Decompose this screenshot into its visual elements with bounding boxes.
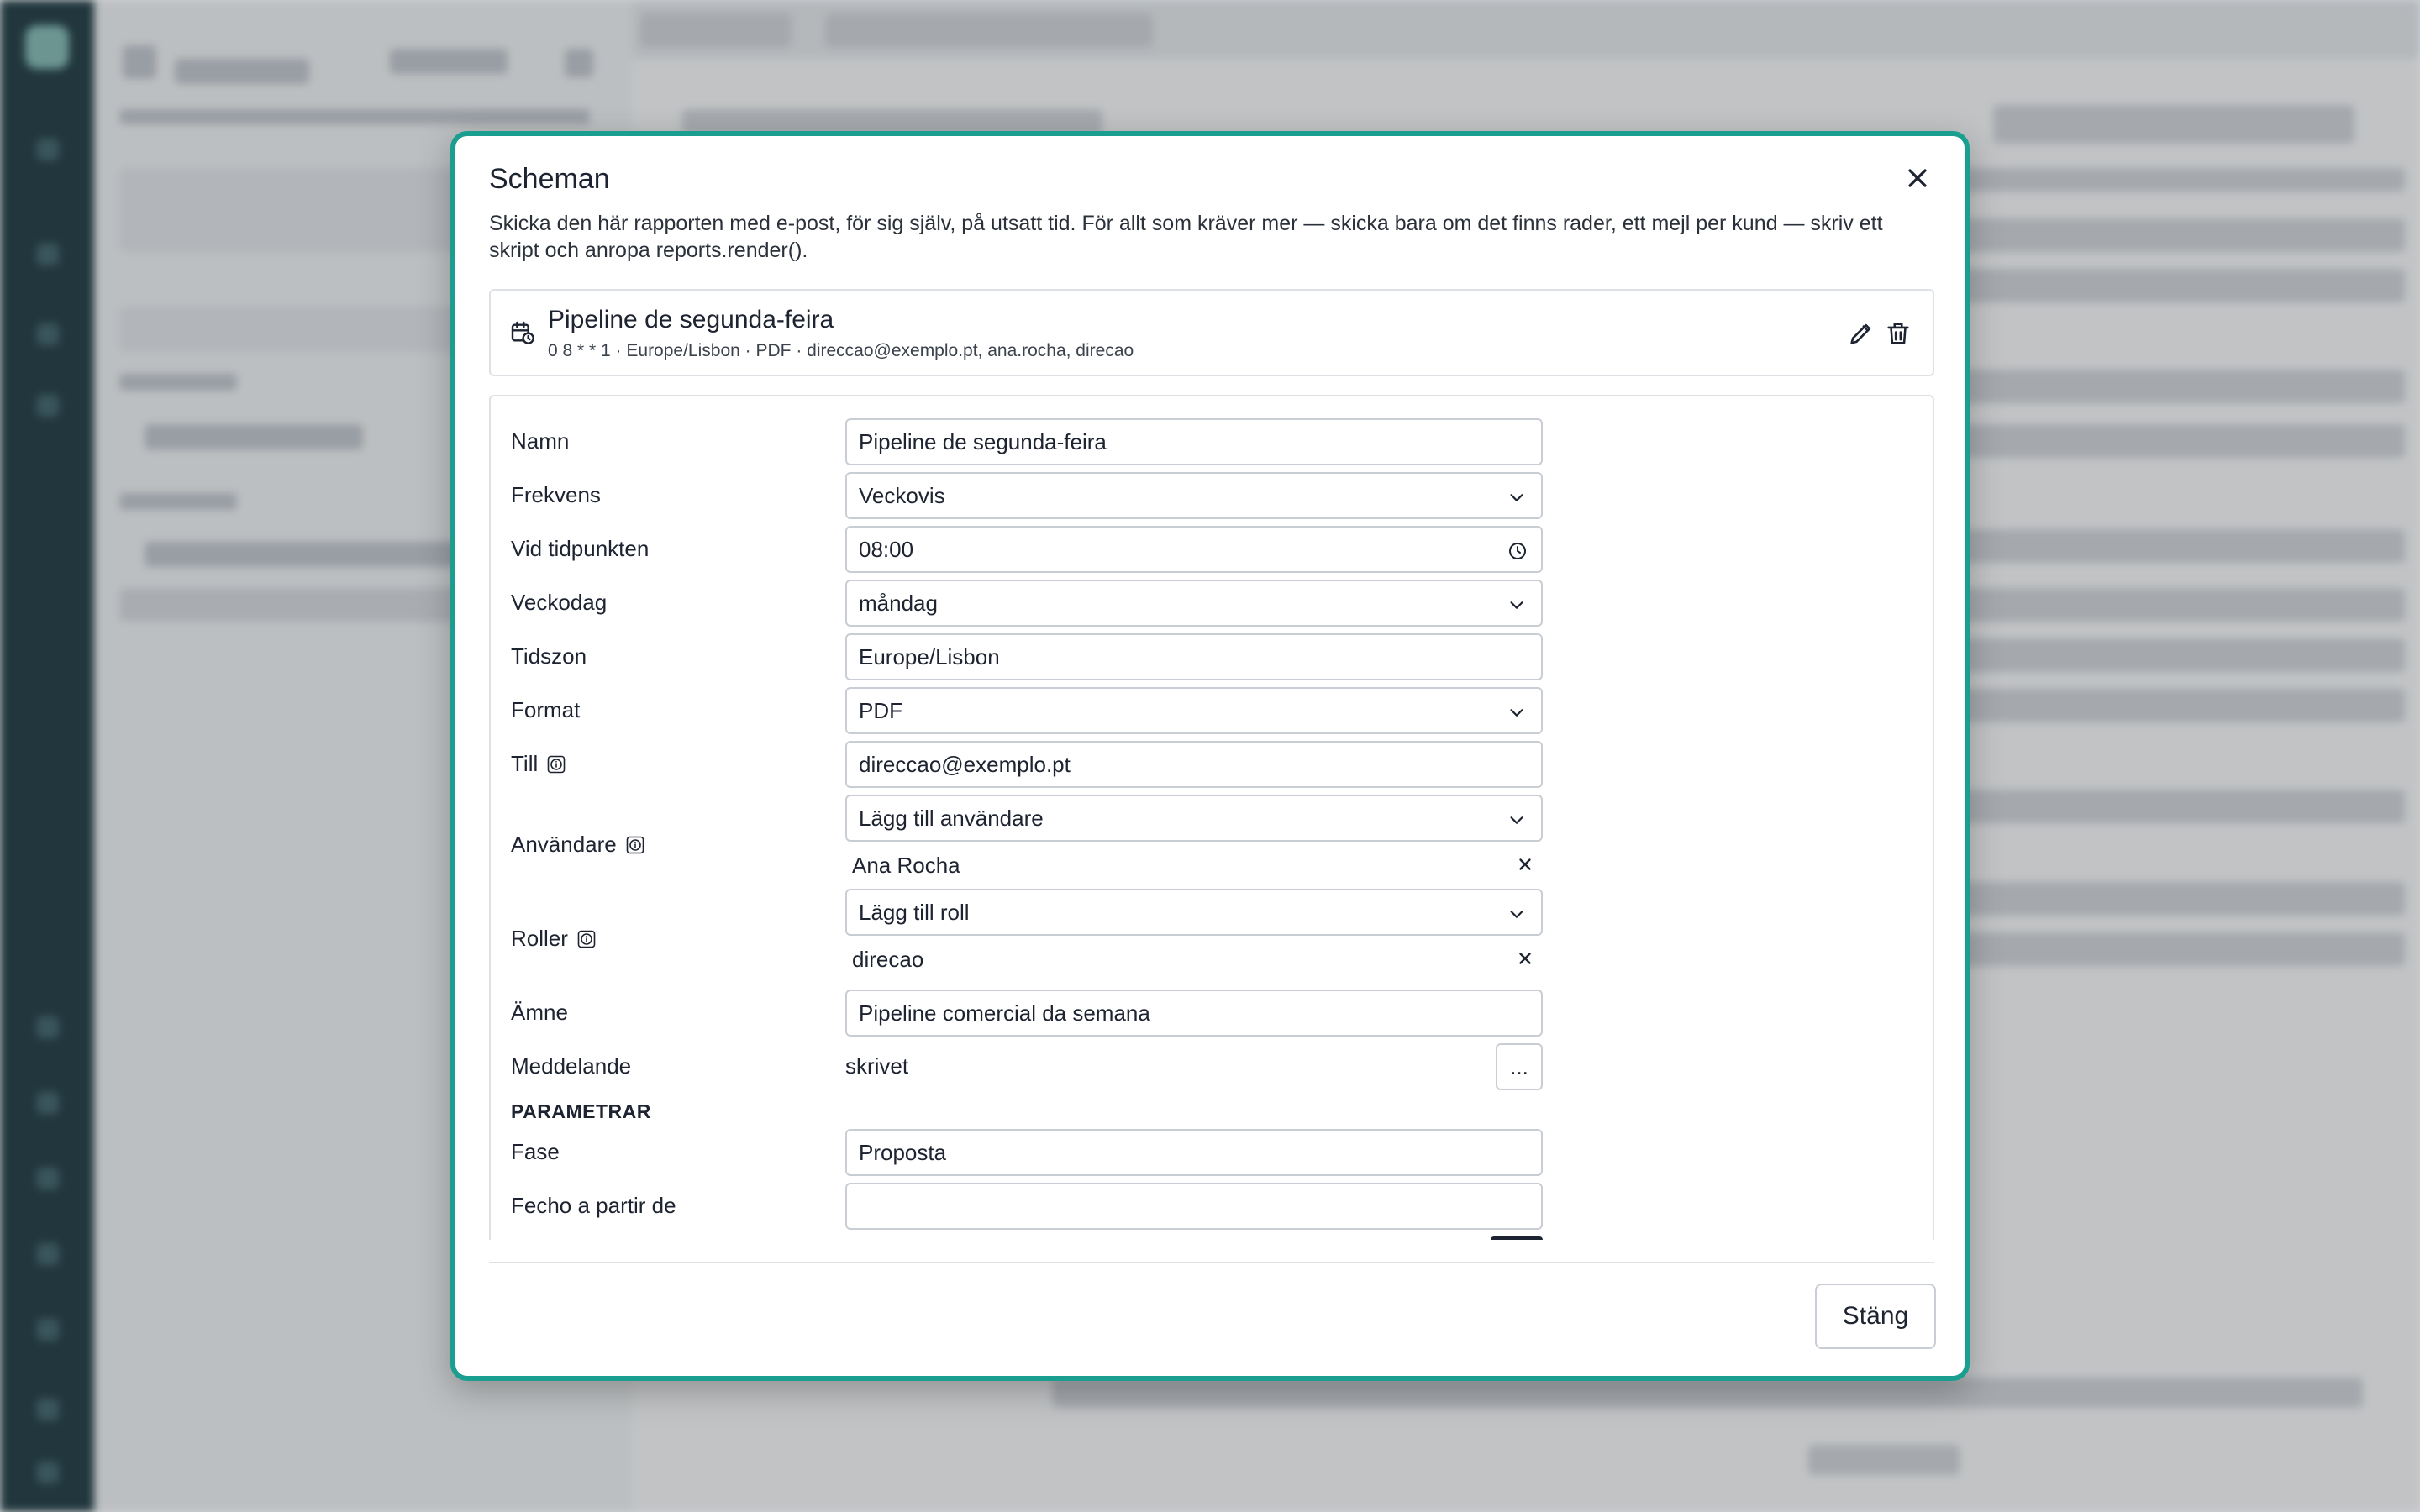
close-button[interactable]: Stäng xyxy=(1815,1284,1936,1349)
name-input[interactable]: Pipeline de segunda-feira xyxy=(845,418,1543,465)
add-user-select[interactable]: Lägg till användare xyxy=(845,795,1543,842)
time-input[interactable]: 08:00 xyxy=(845,526,1543,573)
chevron-down-icon xyxy=(1510,601,1523,609)
subject-input[interactable]: Pipeline comercial da semana xyxy=(845,990,1543,1037)
user-chip-label: Ana Rocha xyxy=(852,852,960,878)
users-label-row: Användare xyxy=(511,832,645,858)
chevron-down-icon xyxy=(1510,911,1523,918)
frequency-label: Frekvens xyxy=(511,482,601,507)
add-role-select[interactable]: Lägg till roll xyxy=(845,889,1543,936)
chevron-down-icon xyxy=(1510,816,1523,824)
roles-label: Roller xyxy=(511,926,568,951)
schedules-dialog: Scheman Skicka den här rapporten med e-p… xyxy=(450,131,1970,1381)
remove-icon[interactable] xyxy=(1516,855,1534,874)
dialog-title: Scheman xyxy=(489,163,610,195)
weekday-select[interactable]: måndag xyxy=(845,580,1543,627)
time-value: 08:00 xyxy=(859,536,914,562)
timezone-label: Tidszon xyxy=(511,643,587,669)
info-icon[interactable] xyxy=(625,835,645,855)
frequency-select[interactable]: Veckovis xyxy=(845,472,1543,519)
name-label: Namn xyxy=(511,428,570,454)
edit-schedule-button[interactable] xyxy=(1847,319,1876,348)
add-role-placeholder: Lägg till roll xyxy=(859,899,970,925)
edit-message-button[interactable]: ... xyxy=(1496,1043,1543,1090)
time-label: Vid tidpunkten xyxy=(511,536,650,561)
fase-input[interactable]: Proposta xyxy=(845,1129,1543,1176)
to-input[interactable]: direccao@exemplo.pt xyxy=(845,741,1543,788)
schedule-name: Pipeline de segunda-feira xyxy=(548,306,834,333)
fecho-input[interactable] xyxy=(845,1183,1543,1230)
parameters-heading: PARAMETRAR xyxy=(511,1100,651,1122)
to-label-row: Till xyxy=(511,751,566,777)
message-label: Meddelande xyxy=(511,1053,632,1079)
frequency-value: Veckovis xyxy=(859,482,945,508)
info-icon[interactable] xyxy=(576,929,597,949)
close-icon[interactable] xyxy=(1902,163,1933,193)
schedule-summary: 0 8 * * 1 · Europe/Lisbon · PDF · direcc… xyxy=(548,341,1134,360)
users-label: Användare xyxy=(511,832,617,857)
footer-divider xyxy=(489,1262,1934,1263)
delete-schedule-button[interactable] xyxy=(1884,319,1912,348)
fase-label: Fase xyxy=(511,1139,560,1164)
chevron-down-icon xyxy=(1510,709,1523,717)
subject-label: Ämne xyxy=(511,1000,568,1025)
fecho-label: Fecho a partir de xyxy=(511,1193,676,1218)
schedule-form: Namn Pipeline de segunda-feira Frekvens … xyxy=(489,395,1934,1240)
to-label: Till xyxy=(511,751,539,776)
role-chip: direcao xyxy=(845,942,1543,976)
clock-icon[interactable] xyxy=(1507,541,1528,561)
message-value: skrivet xyxy=(845,1053,909,1079)
format-label: Format xyxy=(511,697,581,722)
timezone-input[interactable]: Europe/Lisbon xyxy=(845,633,1543,680)
chevron-down-icon xyxy=(1510,494,1523,501)
toggle-switch[interactable] xyxy=(1491,1236,1543,1240)
role-chip-label: direcao xyxy=(852,946,924,972)
roles-label-row: Roller xyxy=(511,926,597,952)
remove-icon[interactable] xyxy=(1516,949,1534,968)
dialog-description: Skicka den här rapporten med e-post, för… xyxy=(489,212,1883,262)
weekday-value: måndag xyxy=(859,590,938,616)
add-user-placeholder: Lägg till användare xyxy=(859,805,1044,831)
pencil-icon xyxy=(1850,323,1871,344)
calendar-clock-icon xyxy=(511,321,534,344)
trash-icon xyxy=(1887,323,1909,344)
schedule-card[interactable]: Pipeline de segunda-feira 0 8 * * 1 · Eu… xyxy=(489,289,1934,376)
weekday-label: Veckodag xyxy=(511,590,608,615)
info-icon[interactable] xyxy=(546,754,566,774)
format-select[interactable]: PDF xyxy=(845,687,1543,734)
format-value: PDF xyxy=(859,697,902,723)
user-chip: Ana Rocha xyxy=(845,848,1543,882)
